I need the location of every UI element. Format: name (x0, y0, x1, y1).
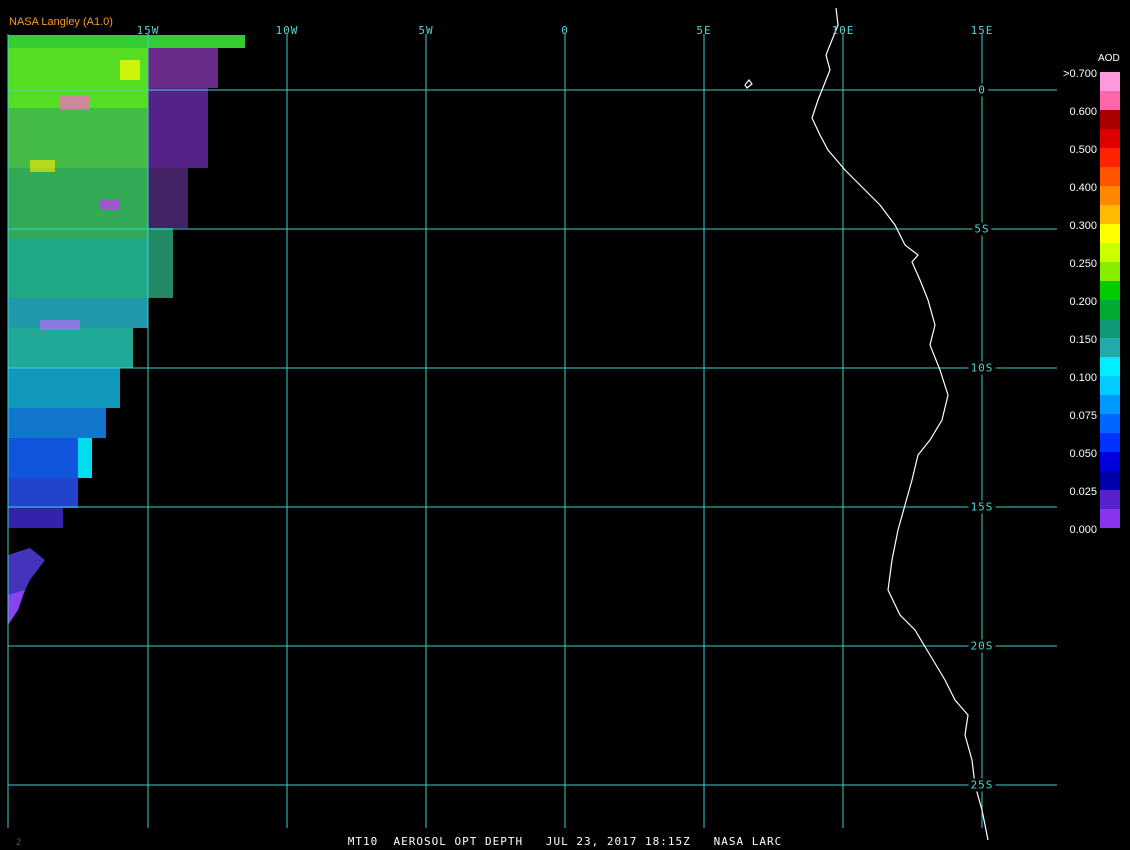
legend-tick-label: 0.100 (1069, 372, 1097, 384)
legend-swatch (1100, 338, 1120, 357)
legend-swatch (1100, 224, 1120, 243)
legend-swatch (1100, 490, 1120, 509)
map-canvas (7, 7, 1057, 841)
legend-tick-label: >0.700 (1063, 68, 1097, 80)
footer-caption: MT10 AEROSOL OPT DEPTH JUL 23, 2017 18:1… (347, 835, 783, 848)
legend-tick-label: 0.400 (1069, 182, 1097, 194)
legend-tick-label: 0.600 (1069, 106, 1097, 118)
legend-swatch (1100, 376, 1120, 395)
latitude-label: 10S (968, 361, 996, 375)
legend-swatch (1100, 167, 1120, 186)
legend-swatch (1100, 414, 1120, 433)
legend-swatch (1100, 91, 1120, 110)
island-outline (744, 79, 753, 89)
latitude-label: 20S (968, 639, 996, 653)
longitude-label: 0 (561, 24, 569, 37)
credit-label: NASA Langley (A1.0) (9, 16, 113, 28)
legend-title: AOD (1098, 53, 1120, 64)
legend-swatch (1100, 186, 1120, 205)
longitude-label: 10W (275, 24, 299, 37)
legend-tick-label: 0.000 (1069, 524, 1097, 536)
legend-tick-label: 0.150 (1069, 334, 1097, 346)
legend-swatch (1100, 300, 1120, 319)
legend-swatch (1100, 281, 1120, 300)
legend-swatch (1100, 110, 1120, 129)
legend-swatch (1100, 72, 1120, 91)
legend-tick-label: 0.050 (1069, 448, 1097, 460)
longitude-label: 5W (418, 24, 434, 37)
legend-swatch (1100, 395, 1120, 414)
latitude-label: 5S (972, 222, 992, 236)
africa-coastline (811, 7, 989, 841)
legend-tick-label: 0.250 (1069, 258, 1097, 270)
legend-tick-label: 0.500 (1069, 144, 1097, 156)
legend-swatch (1100, 148, 1120, 167)
legend-tick-label: 0.200 (1069, 296, 1097, 308)
color-legend (1100, 72, 1120, 528)
longitude-label: 5E (696, 24, 712, 37)
aerosol-data-overlay (8, 35, 245, 625)
longitude-label: 15W (136, 24, 160, 37)
latitude-label: 25S (968, 778, 996, 792)
legend-swatch (1100, 262, 1120, 281)
latitude-label: 0 (976, 83, 988, 97)
legend-tick-label: 0.075 (1069, 410, 1097, 422)
legend-swatch (1100, 471, 1120, 490)
legend-swatch (1100, 433, 1120, 452)
legend-swatch (1100, 205, 1120, 224)
legend-swatch (1100, 357, 1120, 376)
legend-swatch (1100, 243, 1120, 262)
longitude-label: 15E (970, 24, 994, 37)
legend-swatch (1100, 452, 1120, 471)
legend-tick-label: 0.025 (1069, 486, 1097, 498)
latitude-label: 15S (968, 500, 996, 514)
legend-swatch (1100, 509, 1120, 528)
legend-swatch (1100, 319, 1120, 338)
legend-tick-label: 0.300 (1069, 220, 1097, 232)
legend-swatch (1100, 129, 1120, 148)
longitude-label: 10E (831, 24, 855, 37)
